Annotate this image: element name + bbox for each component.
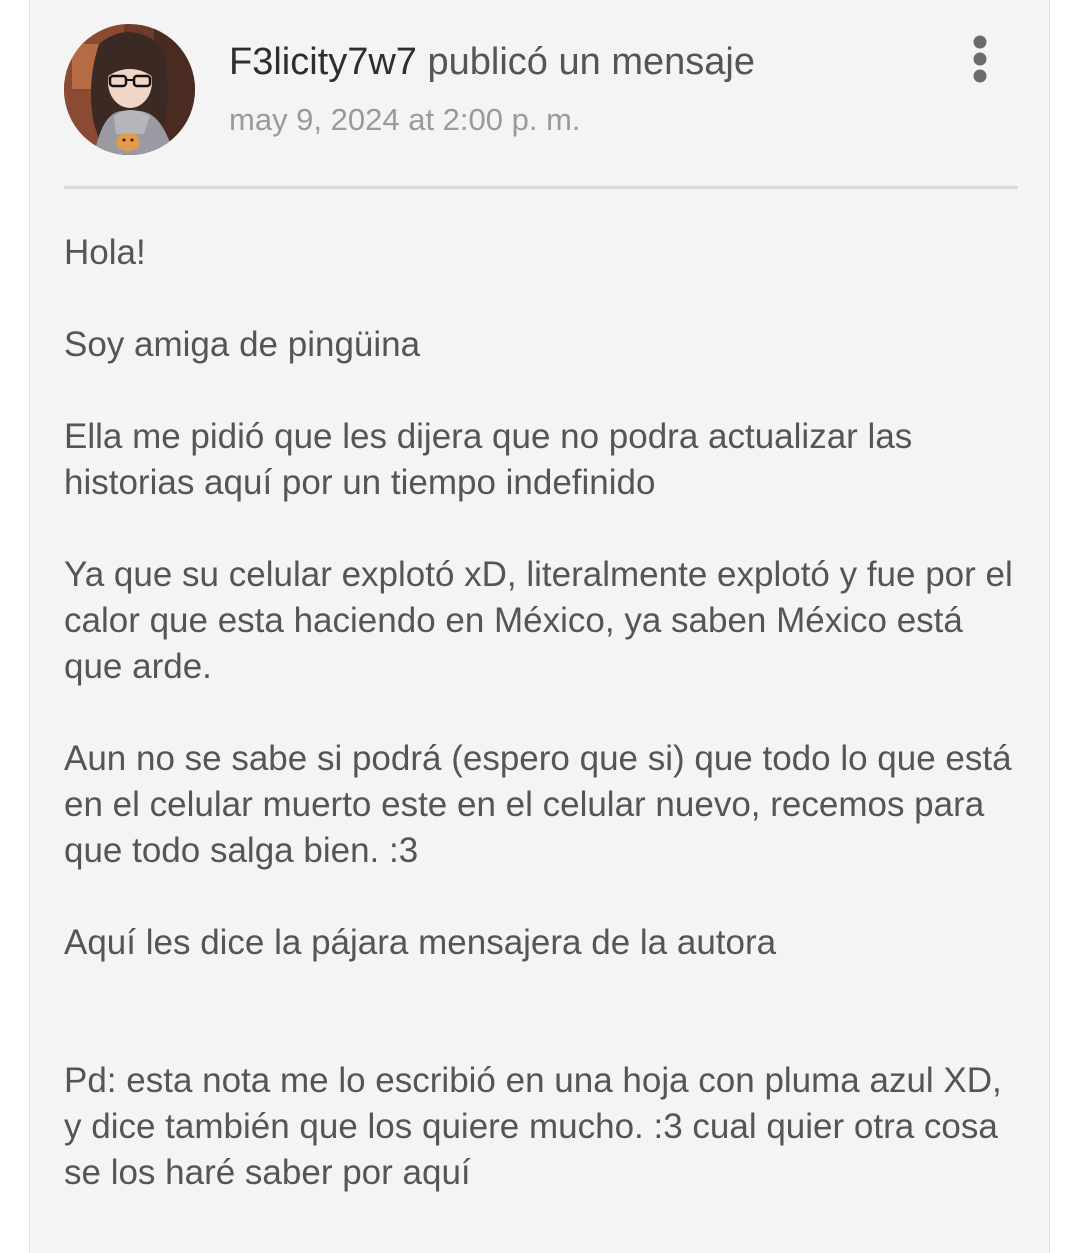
message-card: F3licity7w7 publicó un mensaje may 9, 20… — [29, 0, 1050, 1253]
message-paragraph: Pd: esta nota me lo escribió en una hoja… — [64, 1061, 1002, 1192]
avatar-image — [64, 24, 195, 155]
post-action-text: publicó un mensaje — [427, 41, 755, 83]
user-avatar[interactable] — [64, 24, 195, 155]
message-paragraph: Hola! — [64, 233, 146, 272]
message-paragraph: Soy amiga de pingüina — [64, 325, 421, 364]
message-body: Hola! Soy amiga de pingüina Ella me pidi… — [64, 230, 1024, 1242]
message-paragraph: Ella me pidió que les dijera que no podr… — [64, 417, 913, 502]
message-paragraph: Aun no se sabe si podrá (espero que si) … — [64, 739, 1012, 870]
username-link[interactable]: F3licity7w7 — [229, 41, 417, 83]
message-paragraph: Aquí les dice la pájara mensajera de la … — [64, 923, 777, 962]
more-vertical-icon — [973, 35, 987, 83]
message-paragraph: Ya que su celular explotó xD, literalmen… — [64, 555, 1013, 686]
header-divider — [64, 186, 1018, 189]
more-options-button[interactable] — [962, 34, 998, 88]
post-header: F3licity7w7 publicó un mensaje — [229, 38, 755, 86]
post-timestamp: may 9, 2024 at 2:00 p. m. — [229, 102, 581, 137]
